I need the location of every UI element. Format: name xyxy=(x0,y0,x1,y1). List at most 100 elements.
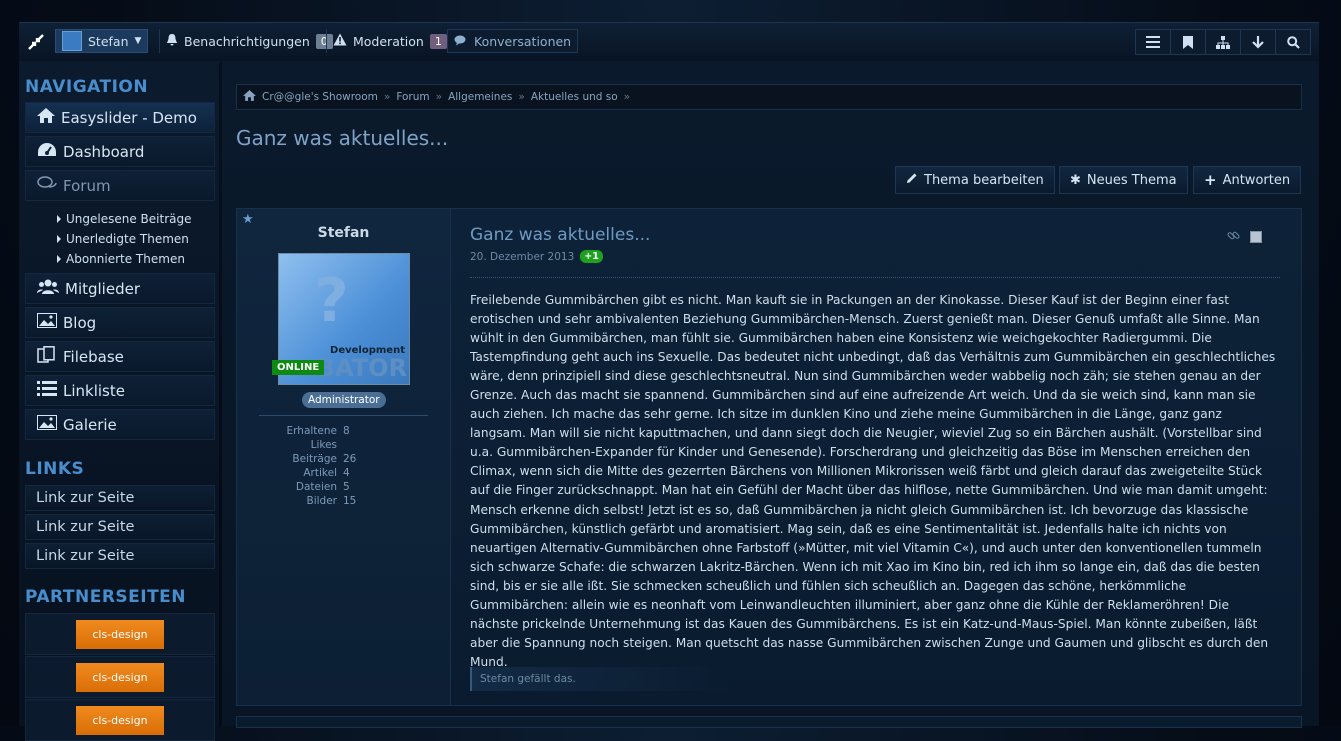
reply-button[interactable]: + Antworten xyxy=(1193,166,1302,194)
user-name: Stefan xyxy=(88,33,129,49)
edit-thread-label: Thema bearbeiten xyxy=(924,172,1044,188)
stat-row[interactable]: Dateien 5 xyxy=(259,480,356,494)
home-icon[interactable] xyxy=(243,90,256,104)
moderation-button[interactable]: Moderation 1 xyxy=(326,29,453,53)
nav-item-easyslider[interactable]: Easyslider - Demo xyxy=(25,102,215,133)
breadcrumb-item[interactable]: Forum xyxy=(396,91,429,103)
notifications-label: Benachrichtigungen xyxy=(184,33,310,49)
sitemap-icon[interactable] xyxy=(1205,29,1241,55)
stat-row[interactable]: Bilder 15 xyxy=(259,494,357,508)
files-icon xyxy=(37,346,57,367)
sub-item-label: Abonnierte Themen xyxy=(66,252,185,266)
top-bar: Stefan ▼ Benachrichtigungen 0 Moderation… xyxy=(19,22,1319,62)
stat-value: 26 xyxy=(343,453,357,465)
partner-button[interactable]: cls-design xyxy=(76,663,164,692)
list-icon xyxy=(37,381,57,400)
stat-row[interactable]: Artikel 4 xyxy=(259,466,356,480)
post-select-checkbox[interactable] xyxy=(1250,230,1262,243)
sidebar-link[interactable]: Link zur Seite xyxy=(25,543,215,569)
divider xyxy=(259,415,428,416)
sub-item-label: Ungelesene Beiträge xyxy=(66,212,192,226)
nav-item-forum[interactable]: Forum xyxy=(25,170,215,201)
bell-icon xyxy=(166,33,178,49)
sidebar-subitem-subscribed[interactable]: Abonnierte Themen xyxy=(57,252,185,266)
nav-item-filebase[interactable]: Filebase xyxy=(25,341,215,372)
comments-icon xyxy=(454,34,468,49)
navigation-heading: NAVIGATION xyxy=(25,77,149,97)
stat-label: Beiträge xyxy=(292,453,337,465)
conversations-button[interactable]: Konversationen xyxy=(447,29,579,53)
rating-badge: +1 xyxy=(580,250,603,263)
user-menu-button[interactable]: Stefan ▼ xyxy=(55,29,149,53)
nav-item-gallery[interactable]: Galerie xyxy=(25,409,215,440)
plus-icon: + xyxy=(1204,171,1217,189)
stat-label: Artikel xyxy=(303,467,337,479)
nav-item-members[interactable]: Mitglieder xyxy=(25,273,215,304)
stat-value: 8 xyxy=(343,425,350,437)
bookmark-icon[interactable] xyxy=(1170,29,1206,55)
nav-item-label: Mitglieder xyxy=(65,279,140,298)
question-mark-icon: ? xyxy=(314,266,349,336)
menu-icon[interactable] xyxy=(1135,29,1171,55)
post-author-panel: ★ Stefan ? Development BATOR ONLINE Admi… xyxy=(237,209,451,705)
pencil-icon xyxy=(906,172,918,188)
post-content: Ganz was aktuelles... 20. Dezember 2013 … xyxy=(470,209,1280,705)
breadcrumb: Cr@@gle's Showroom» Forum» Allgemeines» … xyxy=(236,84,1302,110)
nav-item-label: Dashboard xyxy=(63,142,145,161)
avatar xyxy=(62,31,82,51)
stat-label: Erhaltene Likes xyxy=(286,425,337,451)
sidebar-subitem-unread[interactable]: Ungelesene Beiträge xyxy=(57,212,191,226)
sub-item-label: Unerledigte Themen xyxy=(66,232,189,246)
stat-label: Dateien xyxy=(295,481,337,493)
author-name[interactable]: Stefan xyxy=(237,225,450,241)
next-post xyxy=(236,716,1302,728)
picture-icon xyxy=(37,415,57,434)
stat-value: 4 xyxy=(343,467,350,479)
sidebar-link[interactable]: Link zur Seite xyxy=(25,514,215,540)
post-body: Freilebende Gummibärchen gibt es nicht. … xyxy=(470,293,1276,669)
partner-item: cls-design xyxy=(25,613,215,655)
sidebar-link[interactable]: Link zur Seite xyxy=(25,485,215,511)
nav-item-blog[interactable]: Blog xyxy=(25,307,215,338)
breadcrumb-item[interactable]: Cr@@gle's Showroom xyxy=(262,91,378,103)
stat-value: 5 xyxy=(343,481,350,493)
link-icon[interactable] xyxy=(1227,227,1240,246)
nav-item-dashboard[interactable]: Dashboard xyxy=(25,136,215,167)
main-content: Cr@@gle's Showroom» Forum» Allgemeines» … xyxy=(222,62,1319,728)
post-title[interactable]: Ganz was aktuelles... xyxy=(470,225,650,245)
edit-thread-button[interactable]: Thema bearbeiten xyxy=(895,166,1055,194)
nav-item-label: Blog xyxy=(63,313,97,332)
nav-item-label: Easyslider - Demo xyxy=(61,108,197,127)
links-heading: LINKS xyxy=(25,459,85,479)
picture-icon xyxy=(37,313,57,332)
stat-value: 15 xyxy=(343,495,357,507)
notifications-button[interactable]: Benachrichtigungen 0 xyxy=(159,29,339,53)
post-date[interactable]: 20. Dezember 2013 xyxy=(470,251,574,263)
post-tools xyxy=(1227,227,1262,246)
nav-item-linklist[interactable]: Linkliste xyxy=(25,375,215,406)
arrow-down-icon[interactable] xyxy=(1240,29,1276,55)
sidebar-subitem-unsolved[interactable]: Unerledigte Themen xyxy=(57,232,189,246)
compress-icon[interactable] xyxy=(27,32,47,52)
partner-button[interactable]: cls-design xyxy=(76,620,164,649)
partner-button[interactable]: cls-design xyxy=(76,706,164,735)
chevron-down-icon: ▼ xyxy=(134,36,142,46)
search-icon[interactable] xyxy=(1275,29,1311,55)
likes-summary[interactable]: Stefan gefällt das. xyxy=(470,667,730,691)
page-title: Ganz was aktuelles... xyxy=(236,126,449,150)
breadcrumb-item[interactable]: Aktuelles und so xyxy=(531,91,618,103)
moderation-label: Moderation xyxy=(353,33,424,49)
stat-row[interactable]: Erhaltene Likes 8 xyxy=(259,424,356,452)
conversations-label: Konversationen xyxy=(474,33,572,49)
breadcrumb-separator: » xyxy=(383,91,391,103)
breadcrumb-item[interactable]: Allgemeines xyxy=(448,91,512,103)
reply-label: Antworten xyxy=(1222,172,1291,188)
stat-row[interactable]: Beiträge 26 xyxy=(259,452,356,466)
nav-item-label: Linkliste xyxy=(63,381,125,400)
breadcrumb-separator: » xyxy=(623,91,631,103)
sidebar: NAVIGATION Easyslider - Demo Dashboard F… xyxy=(19,62,219,741)
role-badge: Administrator xyxy=(302,392,386,408)
new-thread-button[interactable]: ✱ Neues Thema xyxy=(1059,166,1188,194)
partner-item: cls-design xyxy=(25,699,215,741)
moderation-count-badge: 1 xyxy=(429,33,447,49)
